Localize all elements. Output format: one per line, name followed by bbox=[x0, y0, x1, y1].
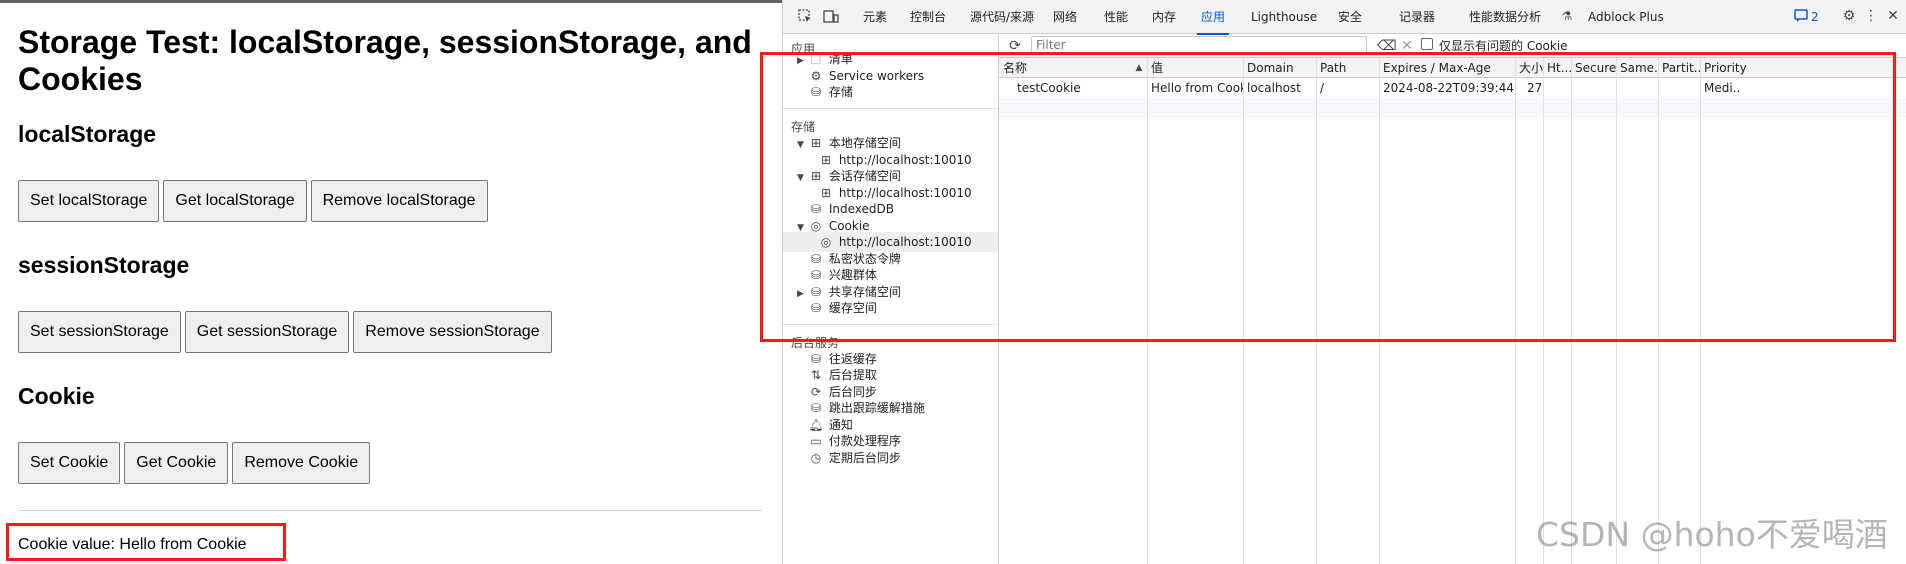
tab-application[interactable]: 应用 bbox=[1196, 0, 1230, 35]
clock-icon: ◷ bbox=[810, 451, 822, 465]
set-localstorage-button[interactable]: Set localStorage bbox=[18, 180, 160, 222]
test-page: Storage Test: localStorage, sessionStora… bbox=[0, 0, 782, 564]
remove-sessionstorage-button[interactable]: Remove sessionStorage bbox=[353, 311, 552, 353]
divider bbox=[18, 510, 762, 511]
cookie-heading: Cookie bbox=[18, 383, 95, 409]
tab-recorder[interactable]: 记录器 bbox=[1399, 0, 1435, 34]
tab-adblock-plus[interactable]: Adblock Plus bbox=[1588, 0, 1664, 34]
inspect-element-icon[interactable] bbox=[797, 8, 813, 24]
set-cookie-button[interactable]: Set Cookie bbox=[18, 442, 121, 484]
settings-gear-icon[interactable]: ⚙ bbox=[1841, 8, 1857, 24]
tab-console[interactable]: 控制台 bbox=[910, 0, 946, 34]
flask-icon: ⚗ bbox=[1561, 9, 1573, 23]
watermark: CSDN @hoho不爱喝酒 bbox=[1536, 515, 1888, 554]
tab-security[interactable]: 安全 bbox=[1338, 0, 1362, 34]
tab-performance-insights[interactable]: 性能数据分析 bbox=[1469, 0, 1541, 34]
sessionstorage-heading: sessionStorage bbox=[18, 252, 190, 278]
tab-memory[interactable]: 内存 bbox=[1152, 0, 1176, 34]
devtools-highlight-box bbox=[760, 52, 1896, 342]
tab-performance[interactable]: 性能 bbox=[1104, 0, 1128, 34]
sessionstorage-buttons: Set sessionStorage Get sessionStorage Re… bbox=[18, 311, 552, 353]
cookie-buttons: Set Cookie Get Cookie Remove Cookie bbox=[18, 442, 371, 484]
tab-elements[interactable]: 元素 bbox=[863, 0, 887, 34]
close-devtools-icon[interactable]: ✕ bbox=[1885, 8, 1901, 24]
device-toolbar-icon[interactable] bbox=[823, 8, 839, 24]
remove-localstorage-button[interactable]: Remove localStorage bbox=[310, 180, 488, 222]
tab-network[interactable]: 网络 bbox=[1053, 0, 1077, 34]
tab-lighthouse[interactable]: Lighthouse bbox=[1251, 0, 1317, 34]
tab-sources[interactable]: 源代码/来源 bbox=[970, 0, 1034, 34]
issues-icon[interactable] bbox=[1793, 8, 1809, 24]
devtools-tabbar: 元素 控制台 源代码/来源 网络 性能 内存 应用 Lighthouse 安全 … bbox=[783, 0, 1906, 35]
get-cookie-button[interactable]: Get Cookie bbox=[124, 442, 229, 484]
issues-count[interactable]: 2 bbox=[1811, 0, 1819, 34]
localstorage-heading: localStorage bbox=[18, 121, 157, 147]
only-issues-checkbox[interactable] bbox=[1421, 38, 1433, 50]
remove-cookie-button[interactable]: Remove Cookie bbox=[232, 442, 371, 484]
get-localstorage-button[interactable]: Get localStorage bbox=[163, 180, 307, 222]
result-highlight-box bbox=[6, 523, 286, 561]
more-options-icon[interactable]: ⋮ bbox=[1863, 8, 1879, 24]
page-title: Storage Test: localStorage, sessionStora… bbox=[18, 24, 752, 97]
window-top-border bbox=[0, 0, 782, 3]
localstorage-buttons: Set localStorage Get localStorage Remove… bbox=[18, 180, 488, 222]
sidebar-item-periodic-sync[interactable]: ◷ 定期后台同步 bbox=[807, 448, 901, 468]
set-sessionstorage-button[interactable]: Set sessionStorage bbox=[18, 311, 181, 353]
get-sessionstorage-button[interactable]: Get sessionStorage bbox=[184, 311, 350, 353]
